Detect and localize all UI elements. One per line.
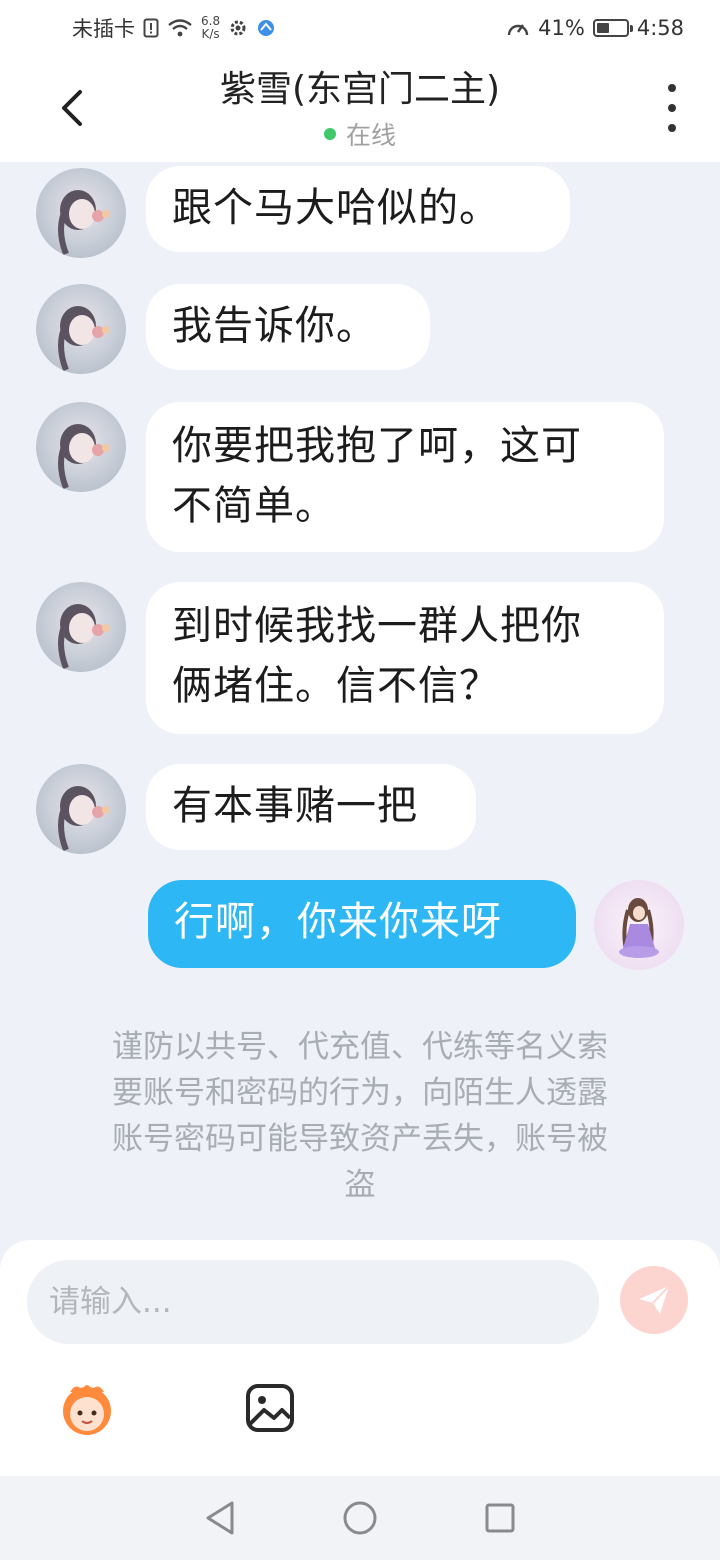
battery-percent: 41% [538, 16, 585, 40]
send-icon [639, 1285, 670, 1314]
online-status: 在线 [323, 116, 396, 152]
notice-line: 要账号和密码的行为，向陌生人透露 [112, 1075, 608, 1111]
app-notification-icon [256, 18, 276, 38]
battery-level [596, 23, 609, 33]
sim-alert-icon [143, 18, 159, 38]
image-button[interactable] [240, 1378, 300, 1438]
message-row: 你要把我抱了呵，这可 不简单。 [0, 402, 720, 554]
title-area: 紫雪(东宫门二主) 在线 [120, 66, 600, 152]
online-status-text: 在线 [345, 121, 396, 150]
contact-avatar[interactable] [36, 168, 126, 258]
image-icon [246, 1384, 294, 1432]
back-triangle-icon [206, 1501, 234, 1535]
message-bubble-incoming[interactable]: 跟个马大哈似的。 [146, 166, 570, 252]
contact-avatar[interactable] [36, 284, 126, 374]
send-button[interactable] [620, 1266, 688, 1334]
contact-avatar[interactable] [36, 402, 126, 492]
contact-avatar[interactable] [36, 764, 126, 854]
message-text-line: 俩堵住。信不信？ [172, 663, 500, 709]
nav-recents-button[interactable] [476, 1494, 524, 1542]
message-text: 行啊，你来你来呀 [174, 899, 502, 945]
my-avatar[interactable] [594, 880, 684, 970]
online-dot-icon [323, 128, 336, 140]
message-text-line: 你要把我抱了呵，这可 [172, 423, 582, 469]
safety-notice: 谨防以共号、代充值、代练等名义索 要账号和密码的行为，向陌生人透露 账号密码可能… [74, 1024, 646, 1208]
message-bubble-incoming[interactable]: 有本事赌一把 [146, 764, 476, 850]
message-row: 到时候我找一群人把你 俩堵住。信不信？ [0, 582, 720, 734]
message-text: 我告诉你。 [172, 303, 377, 349]
back-button[interactable] [44, 76, 100, 140]
message-row: 我告诉你。 [0, 284, 720, 374]
more-dot-icon [668, 104, 676, 112]
message-row: 跟个马大哈似的。 [0, 166, 720, 258]
message-text: 跟个马大哈似的。 [172, 185, 500, 231]
message-row-outgoing: 行啊，你来你来呀 [0, 880, 720, 970]
notice-line: 谨防以共号、代充值、代练等名义索 [112, 1029, 608, 1065]
status-bar: 未插卡 6.8 K/s 41% 4:58 [0, 0, 720, 56]
message-bubble-incoming[interactable]: 到时候我找一群人把你 俩堵住。信不信？ [146, 582, 664, 734]
notice-line: 盗 [344, 1167, 376, 1203]
composer-panel [0, 1240, 720, 1476]
message-bubble-incoming[interactable]: 我告诉你。 [146, 284, 430, 370]
message-row: 有本事赌一把 [0, 764, 720, 854]
message-text-line: 到时候我找一群人把你 [172, 603, 582, 649]
message-text: 有本事赌一把 [172, 783, 418, 829]
clock-time: 4:58 [636, 16, 684, 40]
status-bar-right: 41% 4:58 [506, 16, 684, 40]
nav-home-button[interactable] [336, 1494, 384, 1542]
gear-icon [228, 18, 248, 38]
emoji-icon [63, 1385, 111, 1435]
nav-back-button[interactable] [196, 1494, 244, 1542]
battery-icon [592, 19, 633, 37]
message-text-line: 不简单。 [172, 483, 336, 529]
notice-line: 账号密码可能导致资产丢失，账号被 [112, 1121, 608, 1157]
contact-avatar[interactable] [36, 582, 126, 672]
chat-header: 紫雪(东宫门二主) 在线 [0, 56, 720, 162]
status-bar-left: 未插卡 6.8 K/s [72, 13, 276, 43]
more-dot-icon [668, 84, 676, 92]
system-nav-bar [0, 1476, 720, 1560]
more-options-button[interactable] [660, 84, 684, 132]
wifi-icon [167, 18, 193, 38]
message-bubble-outgoing[interactable]: 行啊，你来你来呀 [148, 880, 576, 968]
carrier-text: 未插卡 [72, 17, 135, 41]
speedometer-icon [506, 18, 530, 38]
emoji-button[interactable] [52, 1378, 122, 1440]
net-speed: 6.8 K/s [201, 15, 220, 41]
net-speed-unit: K/s [201, 27, 220, 41]
chevron-left-icon [62, 90, 82, 126]
contact-name: 紫雪(东宫门二主) [219, 69, 501, 110]
recents-square-icon [485, 1503, 515, 1533]
message-bubble-incoming[interactable]: 你要把我抱了呵，这可 不简单。 [146, 402, 664, 552]
more-dot-icon [668, 124, 676, 132]
home-circle-icon [343, 1501, 377, 1535]
message-input[interactable] [27, 1260, 599, 1344]
